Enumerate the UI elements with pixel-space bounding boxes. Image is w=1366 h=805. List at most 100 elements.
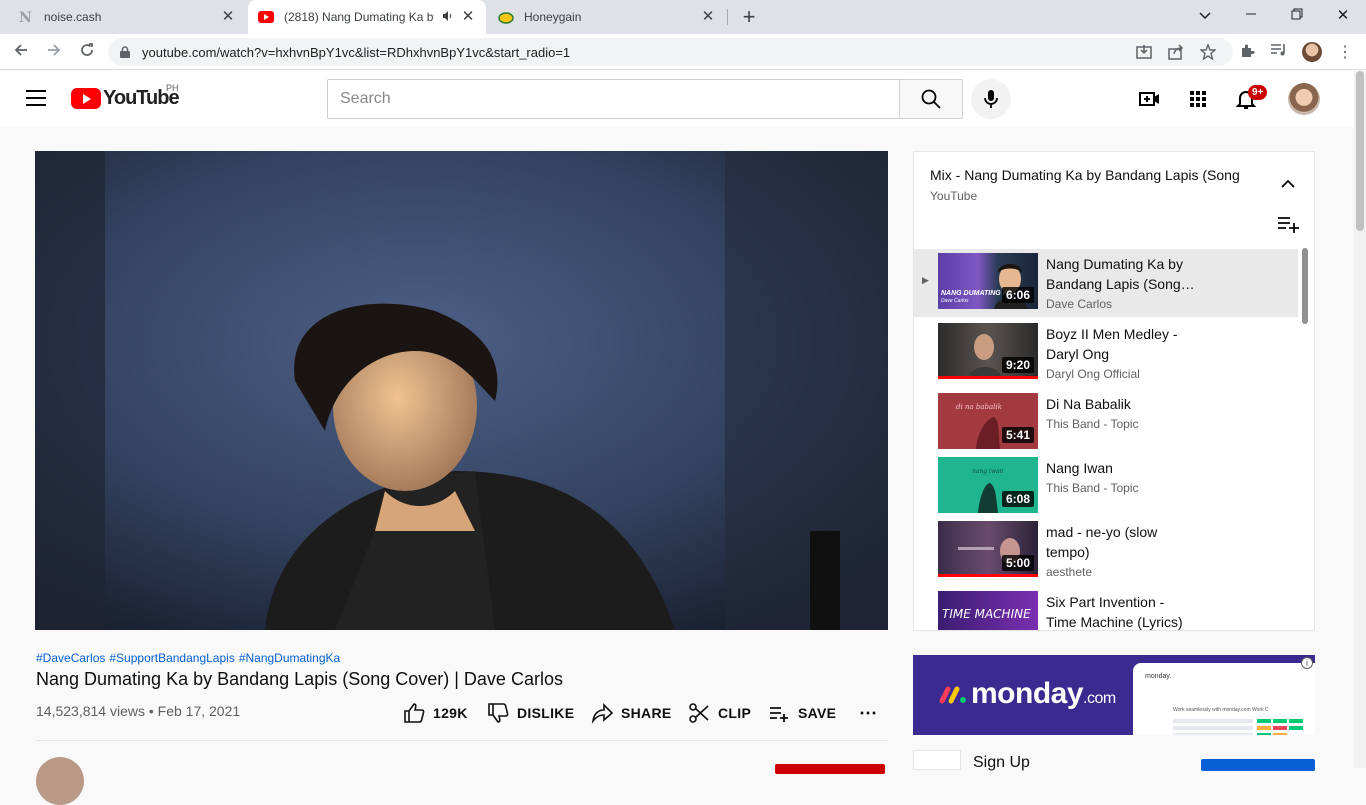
subscribe-button[interactable] [775,764,885,774]
save-playlist-icon[interactable] [1276,214,1300,234]
item-title: Six Part Invention - Time Machine (Lyric… [1046,594,1183,630]
audio-playing-icon[interactable] [442,10,454,25]
save-button[interactable]: SAVE [768,700,836,726]
search-placeholder: Search [340,90,391,107]
playlist-owner[interactable]: YouTube [930,189,977,203]
scrollbar-thumb[interactable] [1356,71,1364,231]
ad-cta-button[interactable] [1201,759,1315,771]
video-thumbnail[interactable]: 9:20 [938,323,1038,379]
reload-icon[interactable] [76,41,98,63]
duration-badge: 9:20 [1001,357,1034,373]
tab-youtube[interactable]: (2818) Nang Dumating Ka by ✕ [248,0,486,34]
extensions-puzzle-icon[interactable] [1238,43,1256,61]
bookmark-star-icon[interactable] [1199,43,1217,61]
video-title: Nang Dumating Ka by Bandang Lapis (Song … [36,669,563,689]
address-bar[interactable]: youtube.com/watch?v=hxhvnBpY1vc&list=RDh… [108,38,1233,66]
apps-grid-icon[interactable] [1186,87,1210,111]
noise-cash-favicon-icon: N [18,9,34,25]
playlist-title[interactable]: Mix - Nang Dumating Ka by Bandang Lapis … [930,167,1240,183]
hashtag-link[interactable]: #NangDumatingKa [239,651,340,665]
browser-tab-strip: N noise.cash ✕ (2818) Nang Dumating Ka b… [0,0,1366,34]
forward-arrow-icon[interactable] [43,41,65,63]
sidebar-ad-banner[interactable]: monday.com monday. Work seamlessly with … [913,655,1315,735]
playlist-item[interactable]: di na babalik 5:41 Di Na Babalik This Ba… [914,389,1298,457]
share-button[interactable]: SHARE [591,700,672,726]
ad-headline[interactable]: Sign Up [973,754,1030,772]
duration-badge: 6:06 [1001,287,1034,303]
chrome-menu-icon[interactable]: ⋮ [1335,42,1355,62]
account-avatar[interactable] [1288,83,1320,115]
voice-search-button[interactable] [971,79,1011,119]
hashtag-link[interactable]: #SupportBandangLapis [109,651,234,665]
minimize-icon[interactable] [1239,5,1263,27]
item-title: Di Na Babalik [1046,396,1131,412]
video-hashtags: #DaveCarlos #SupportBandangLapis #NangDuma… [36,651,344,665]
page-scrollbar[interactable] [1354,71,1366,768]
youtube-logo[interactable]: YouTube PH [71,83,180,110]
video-thumbnail[interactable]: di na babalik 5:41 [938,393,1038,449]
monday-logo-icon [939,686,966,704]
url-text: youtube.com/watch?v=hxhvnBpY1vc&list=RDh… [142,45,571,60]
duration-badge: 5:41 [1001,427,1034,443]
hashtag-link[interactable]: #DaveCarlos [36,651,105,665]
item-channel: Daryl Ong Official [1046,367,1140,381]
media-control-icon[interactable] [1270,43,1288,61]
close-tab-icon[interactable]: ✕ [700,9,716,25]
playlist-item[interactable]: nang iwan 6:08 Nang Iwan This Band - Top… [914,453,1298,521]
thumbs-up-icon [404,703,425,723]
close-tab-icon[interactable]: ✕ [460,9,476,25]
svg-text:N: N [19,10,32,25]
item-channel: Dave Carlos [1046,297,1113,311]
item-title: Nang Iwan [1046,460,1113,476]
share-arrow-icon [591,703,613,724]
item-channel: This Band - Topic [1046,481,1139,495]
new-tab-icon[interactable]: + [738,6,760,28]
advertiser-logo[interactable] [913,750,961,770]
item-title: Boyz II Men Medley - Daryl Ong [1046,326,1178,362]
playlist-scrollbar-thumb[interactable] [1302,248,1308,324]
mix-playlist-panel: Mix - Nang Dumating Ka by Bandang Lapis … [913,151,1315,631]
restore-icon[interactable] [1285,5,1309,27]
close-tab-icon[interactable]: ✕ [220,9,236,25]
section-divider [36,740,888,741]
clip-label: CLIP [718,705,752,721]
channel-avatar[interactable] [36,757,84,805]
video-thumbnail[interactable]: NANG DUMATING KA Dave Carlos 6:06 [938,253,1038,309]
ad-brand-logo: monday.com [939,677,1116,711]
close-window-icon[interactable]: ✕ [1331,5,1355,27]
install-app-icon[interactable] [1136,44,1152,60]
create-video-icon[interactable] [1138,87,1162,111]
dislike-button[interactable]: DISLIKE [487,700,574,726]
tab-noise-cash[interactable]: N noise.cash ✕ [8,0,246,34]
scissors-icon [689,703,709,723]
more-actions-icon[interactable]: ⋯ [859,700,877,726]
playlist-item[interactable]: 9:20 Boyz II Men Medley - Daryl Ong Dary… [914,319,1298,387]
view-count: 14,523,814 views [36,703,145,719]
clip-button[interactable]: CLIP [688,700,751,726]
hamburger-menu-icon[interactable] [26,90,46,106]
video-thumbnail[interactable]: 5:00 [938,521,1038,577]
youtube-favicon-icon [258,9,274,25]
ad-info-icon[interactable]: i [1301,657,1313,669]
lock-icon[interactable] [120,45,130,58]
video-thumbnail[interactable]: TIME MACHINE [938,591,1038,630]
browser-profile-avatar[interactable] [1302,42,1322,62]
share-page-icon[interactable] [1168,44,1184,60]
playlist-item[interactable]: TIME MACHINE Six Part Invention - Time M… [914,587,1298,630]
like-button[interactable]: 129K [403,700,468,726]
video-thumbnail[interactable]: nang iwan 6:08 [938,457,1038,513]
add-to-playlist-icon [770,707,788,722]
info-separator: • [148,703,154,719]
playlist-item[interactable]: 5:00 mad - ne-yo (slow tempo) aesthete [914,517,1298,585]
tab-search-chevron-icon[interactable] [1193,5,1217,27]
tab-separator [727,9,728,25]
tab-honeygain[interactable]: Honeygain ✕ [488,0,726,34]
ad-screenshot: monday. Work seamlessly with monday.com … [1133,663,1315,735]
search-input[interactable]: Search [327,79,900,119]
collapse-chevron-icon[interactable] [1280,176,1296,192]
search-button[interactable] [899,79,963,119]
playlist-item[interactable]: ▶ NANG DUMATING KA Dave Carlos 6:06 Nang… [914,249,1298,317]
back-arrow-icon[interactable] [10,41,32,63]
video-player[interactable] [35,151,888,630]
honeygain-favicon-icon [498,9,514,25]
